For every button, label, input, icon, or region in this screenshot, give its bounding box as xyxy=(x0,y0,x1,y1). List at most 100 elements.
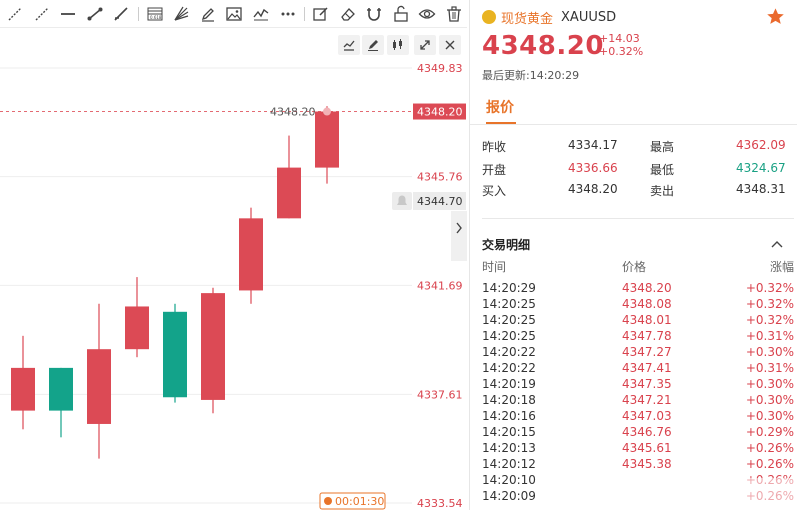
gold-coin-icon xyxy=(482,10,496,24)
candle-up[interactable] xyxy=(315,111,339,168)
col-time: 时间 xyxy=(482,260,507,274)
more-icon[interactable] xyxy=(274,0,301,28)
toolbar-separator xyxy=(137,6,139,21)
price-tick-label: 4333.54 xyxy=(417,497,463,510)
price-tick-label: 4345.76 xyxy=(417,171,463,184)
trade-price: 4347.21 xyxy=(622,393,672,407)
trade-row: 14:20:12 4345.38 +0.26% xyxy=(482,457,794,473)
ask-value: 4348.31 xyxy=(736,182,786,196)
bid-label: 买入 xyxy=(482,184,507,198)
trend-line-icon[interactable] xyxy=(108,0,135,28)
trade-time: 14:20:29 xyxy=(482,281,536,295)
candle-up[interactable] xyxy=(239,218,263,291)
trade-price: 4348.20 xyxy=(622,281,672,295)
diagonal-line-icon[interactable] xyxy=(29,0,56,28)
candle-down[interactable] xyxy=(163,311,187,398)
chart-type-button[interactable] xyxy=(338,35,360,55)
trade-price: 4347.27 xyxy=(622,345,672,359)
col-price: 价格 xyxy=(622,260,647,274)
expand-icon xyxy=(420,40,430,50)
trade-time: 14:20:12 xyxy=(482,457,536,471)
trade-time: 14:20:16 xyxy=(482,409,536,423)
trash-icon[interactable] xyxy=(440,0,467,28)
current-price: 4348.20 xyxy=(482,31,604,61)
eraser-icon[interactable] xyxy=(334,0,361,28)
price-tick-label: 4349.83 xyxy=(417,62,463,75)
magnet-icon[interactable] xyxy=(361,0,388,28)
countdown-label: 00:01:30 xyxy=(335,495,384,508)
favorite-star-icon[interactable] xyxy=(766,7,785,26)
pencil-icon xyxy=(368,40,378,51)
trade-time: 14:20:22 xyxy=(482,361,536,375)
trade-price: 4347.35 xyxy=(622,377,672,391)
price-tick-label: 4337.61 xyxy=(417,388,463,401)
instrument-symbol: XAUUSD xyxy=(561,9,617,25)
trade-change: +0.29% xyxy=(745,425,794,439)
low-label: 最低 xyxy=(650,163,675,177)
trade-row: 14:20:19 4347.35 +0.30% xyxy=(482,377,794,393)
fan-icon[interactable] xyxy=(168,0,195,28)
marker-price-label: 4344.70 xyxy=(417,195,463,208)
eye-icon[interactable] xyxy=(414,0,441,28)
trade-price: 4345.61 xyxy=(622,441,672,455)
open-label: 开盘 xyxy=(482,163,507,177)
wave-icon[interactable] xyxy=(248,0,275,28)
trade-price: 4348.01 xyxy=(622,313,672,327)
segment-line-icon[interactable] xyxy=(82,0,109,28)
candle-up[interactable] xyxy=(87,349,111,424)
last-updated: 最后更新:14:20:29 xyxy=(482,69,580,82)
candlestick-chart[interactable]: 4348.20 4349.83 4345.76 4341.69 4337.61 4333… xyxy=(0,28,467,510)
unlock-icon[interactable] xyxy=(387,0,414,28)
tab-quote-label: 报价 xyxy=(486,100,514,116)
trade-change: +0.30% xyxy=(745,345,794,359)
open-value: 4336.66 xyxy=(568,161,618,175)
candle-up[interactable] xyxy=(125,306,149,350)
tab-divider xyxy=(470,124,797,125)
trade-row: 14:20:25 4348.01 +0.32% xyxy=(482,313,794,329)
trade-time: 14:20:18 xyxy=(482,393,536,407)
trade-time: 14:20:25 xyxy=(482,297,536,311)
tab-quote[interactable]: 报价 xyxy=(486,97,516,124)
trade-change: +0.26% xyxy=(745,457,794,471)
horizontal-line-icon[interactable] xyxy=(55,0,82,28)
draw-button[interactable] xyxy=(362,35,384,55)
trade-change: +0.32% xyxy=(745,313,794,327)
trade-change: +0.30% xyxy=(745,393,794,407)
stats-divider xyxy=(482,218,794,219)
trade-price: 4347.03 xyxy=(622,409,672,423)
low-value: 4324.67 xyxy=(736,161,786,175)
col-change: 涨幅 xyxy=(769,260,794,274)
trade-row: 14:20:22 4347.41 +0.31% xyxy=(482,361,794,377)
price-change-pct: +0.32% xyxy=(599,45,644,58)
bid-value: 4348.20 xyxy=(568,182,618,196)
close-chart-button[interactable] xyxy=(439,35,461,55)
pen-icon[interactable] xyxy=(195,0,222,28)
trade-price: 4346.76 xyxy=(622,425,672,439)
candle-up[interactable] xyxy=(277,167,301,219)
fibonacci-icon[interactable]: 0.618 xyxy=(142,0,169,28)
candle-up[interactable] xyxy=(201,293,225,400)
ray-line-icon[interactable] xyxy=(2,0,29,28)
drawing-toolbar: 0.618 xyxy=(0,0,467,28)
trade-row: 14:20:25 4348.08 +0.32% xyxy=(482,297,794,313)
close-icon xyxy=(445,40,455,50)
toolbar-separator xyxy=(303,6,305,21)
price-change: +14.03 xyxy=(599,32,640,45)
candle-style-button[interactable] xyxy=(387,35,409,55)
panel-collapse-tab[interactable] xyxy=(451,211,467,261)
candles-layer xyxy=(11,106,339,459)
instrument-name: 现货黄金 xyxy=(501,11,554,27)
trade-row: 14:20:15 4346.76 +0.29% xyxy=(482,425,794,441)
collapse-chevron-icon[interactable] xyxy=(770,238,784,250)
trade-time: 14:20:15 xyxy=(482,425,536,439)
trade-change: +0.32% xyxy=(745,281,794,295)
trades-title: 交易明细 xyxy=(482,238,531,252)
price-axis: 4349.83 4345.76 4341.69 4337.61 4333.54 xyxy=(417,62,463,510)
candle-up[interactable] xyxy=(11,367,35,411)
candle-down[interactable] xyxy=(49,367,73,411)
image-icon[interactable] xyxy=(221,0,248,28)
trade-time: 14:20:13 xyxy=(482,441,536,455)
edit-icon[interactable] xyxy=(308,0,335,28)
last-price-annotation: 4348.20 xyxy=(270,106,316,119)
fullscreen-button[interactable] xyxy=(414,35,436,55)
